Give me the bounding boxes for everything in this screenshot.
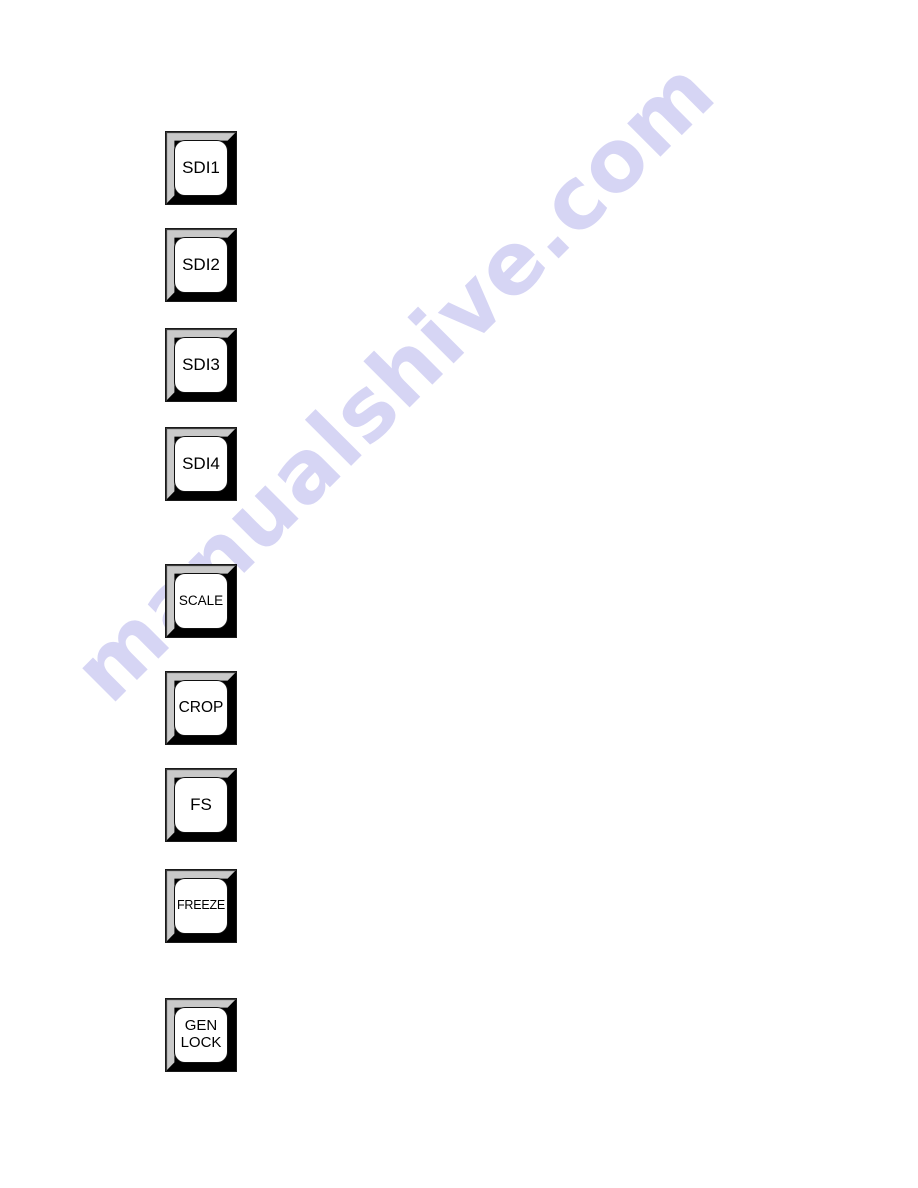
key-sdi1[interactable]: SDI1 <box>165 131 237 205</box>
key-sdi4[interactable]: SDI4 <box>165 427 237 501</box>
key-label: SCALE <box>178 592 224 608</box>
key-label-line1: GEN <box>184 1017 218 1035</box>
key-cap: CROP <box>174 680 228 736</box>
key-cap: FS <box>174 777 228 833</box>
key-label: SDI2 <box>182 254 220 274</box>
key-label: FREEZE <box>176 898 226 913</box>
key-label: CROP <box>178 698 224 716</box>
key-sdi3[interactable]: SDI3 <box>165 328 237 402</box>
key-cap: FREEZE <box>174 878 228 934</box>
key-cap: SDI3 <box>174 337 228 393</box>
key-label: FS <box>190 794 212 814</box>
key-label: SDI4 <box>182 453 220 473</box>
key-cap: GEN LOCK <box>174 1007 228 1063</box>
key-freeze[interactable]: FREEZE <box>165 869 237 943</box>
key-genlock[interactable]: GEN LOCK <box>165 998 237 1072</box>
key-fs[interactable]: FS <box>165 768 237 842</box>
key-label-line2: LOCK <box>180 1034 222 1051</box>
key-cap: SDI1 <box>174 140 228 196</box>
key-cap: SCALE <box>174 573 228 629</box>
key-label: SDI3 <box>182 354 220 374</box>
key-crop[interactable]: CROP <box>165 671 237 745</box>
key-scale[interactable]: SCALE <box>165 564 237 638</box>
key-cap: SDI4 <box>174 436 228 492</box>
key-illustration-column: SDI1 SDI2 SDI3 SDI4 SCALE CROP FS FREEZE… <box>0 0 918 1188</box>
key-sdi2[interactable]: SDI2 <box>165 228 237 302</box>
key-label-group: GEN LOCK <box>180 1017 222 1052</box>
key-label: SDI1 <box>182 157 220 177</box>
key-cap: SDI2 <box>174 237 228 293</box>
